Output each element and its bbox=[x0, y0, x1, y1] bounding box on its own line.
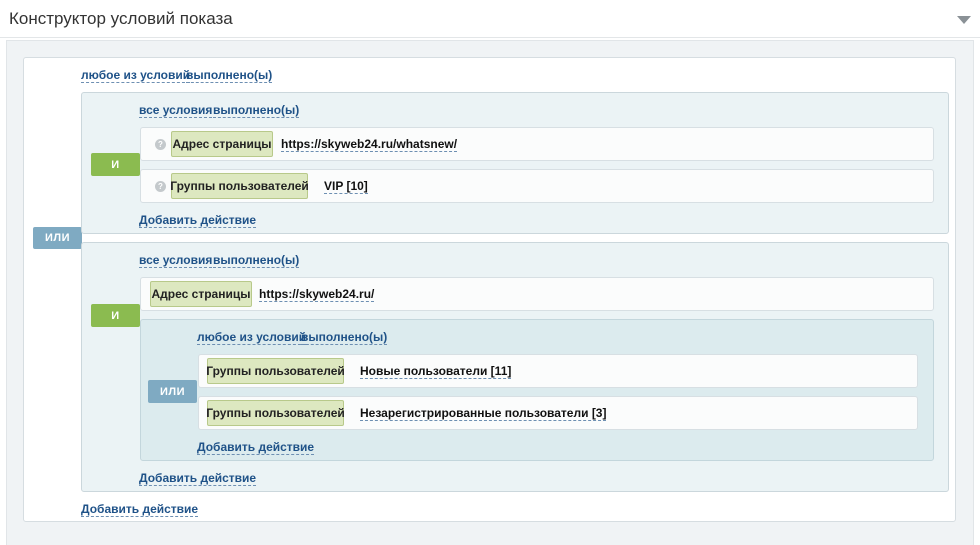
group2-mode-selector[interactable]: все условия bbox=[139, 253, 213, 268]
condition-type-label[interactable]: Группы пользователей bbox=[170, 173, 309, 199]
help-icon[interactable]: ? bbox=[155, 181, 166, 192]
help-icon[interactable]: ? bbox=[155, 139, 166, 150]
condition-value[interactable]: Новые пользователи [11] bbox=[360, 364, 512, 379]
root-mode-selector[interactable]: любое из условий bbox=[81, 68, 191, 83]
condition-type-label[interactable]: Адрес страницы bbox=[150, 281, 252, 307]
page-title: Конструктор условий показа bbox=[9, 9, 233, 28]
subgroup-state-selector[interactable]: выполнено(ы) bbox=[301, 330, 388, 345]
triangle-down-icon[interactable] bbox=[957, 16, 971, 24]
subgroup-add-action-link[interactable]: Добавить действие bbox=[197, 440, 315, 455]
condition-value[interactable]: https://skyweb24.ru/whatsnew/ bbox=[281, 137, 458, 152]
root-state-selector[interactable]: выполнено(ы) bbox=[186, 68, 273, 83]
group1-state-selector[interactable]: выполнено(ы) bbox=[213, 103, 300, 118]
title-divider bbox=[0, 37, 980, 38]
condition-type-label[interactable]: Адрес страницы bbox=[171, 131, 273, 157]
subgroup-or-badge: ИЛИ bbox=[148, 380, 197, 403]
condition-value[interactable]: VIP [10] bbox=[324, 179, 368, 194]
root-add-action-link[interactable]: Добавить действие bbox=[81, 502, 199, 517]
root-or-badge: ИЛИ bbox=[33, 227, 82, 249]
group1-and-badge: И bbox=[91, 153, 140, 176]
subgroup-mode-selector[interactable]: любое из условий bbox=[197, 330, 307, 345]
group2-state-selector[interactable]: выполнено(ы) bbox=[213, 253, 300, 268]
condition-type-label[interactable]: Группы пользователей bbox=[206, 358, 345, 384]
group1-add-action-link[interactable]: Добавить действие bbox=[139, 213, 257, 228]
condition-type-label[interactable]: Группы пользователей bbox=[206, 400, 345, 426]
group2-and-badge: И bbox=[91, 304, 140, 327]
group1-mode-selector[interactable]: все условия bbox=[139, 103, 213, 118]
condition-value[interactable]: https://skyweb24.ru/ bbox=[259, 287, 375, 302]
group2-add-action-link[interactable]: Добавить действие bbox=[139, 471, 257, 486]
condition-value[interactable]: Незарегистрированные пользователи [3] bbox=[360, 406, 607, 421]
